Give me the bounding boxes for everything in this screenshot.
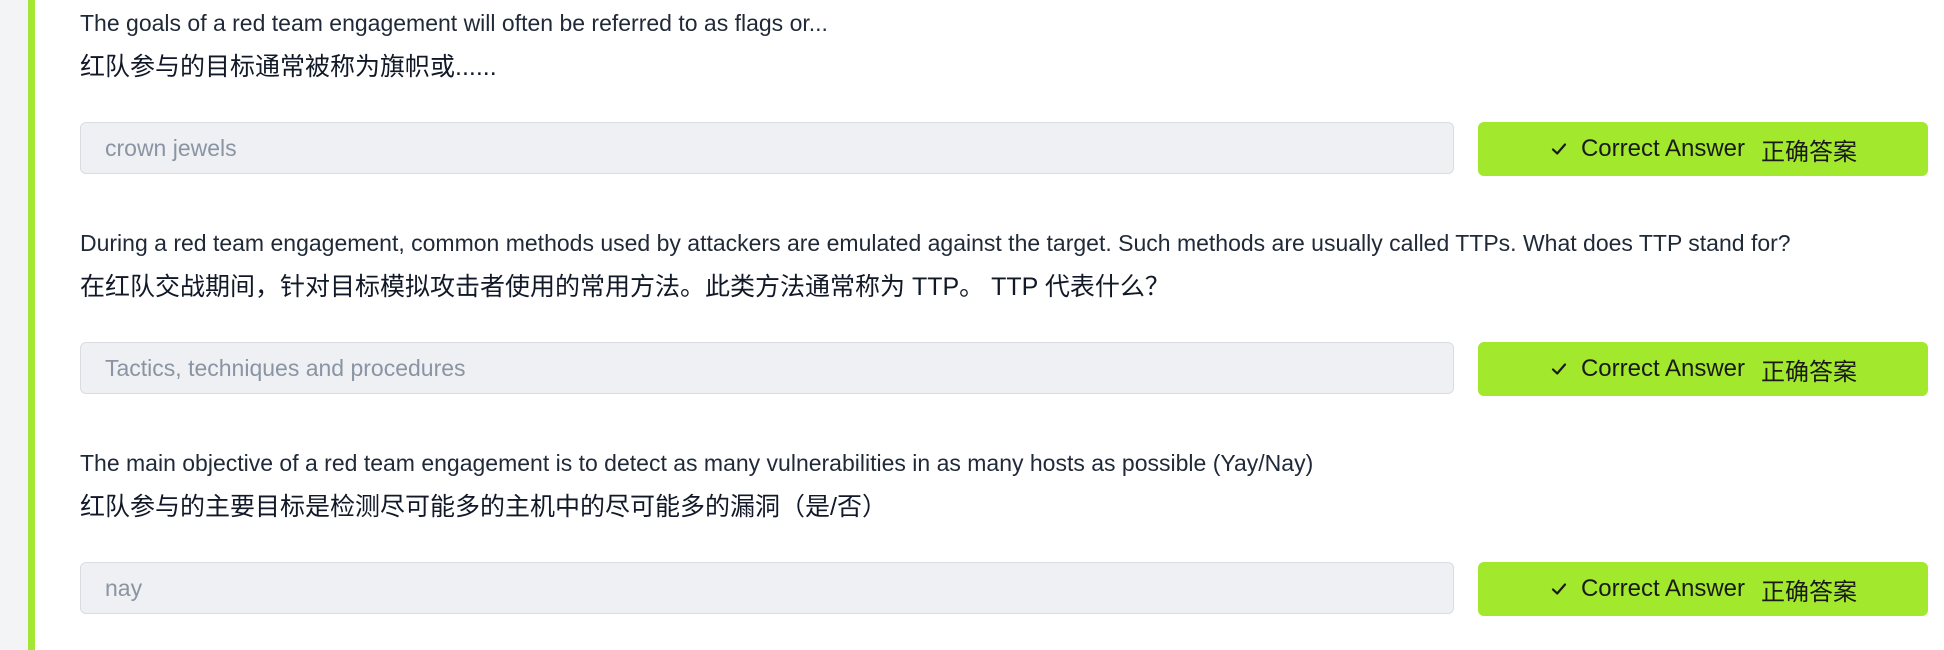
question-text-en: The main objective of a red team engagem… [80,450,1314,476]
task-questions: The goals of a red team engagement will … [80,0,1928,650]
question-text-zh: 红队参与的目标通常被称为旗帜或...... [80,53,497,81]
answer-input[interactable] [80,342,1454,394]
question-text-zh: 红队参与的主要目标是检测尽可能多的主机中的尽可能多的漏洞（是/否） [80,493,887,521]
question-text-zh: 在红队交战期间，针对目标模拟攻击者使用的常用方法。此类方法通常称为 TTP。 T… [80,273,1170,301]
button-label: Correct Answer [1580,135,1746,162]
question-2: During a red team engagement, common met… [80,220,1928,430]
question-1: The goals of a red team engagement will … [80,0,1928,210]
question-3: The main objective of a red team engagem… [80,440,1928,650]
button-label-zh: 正确答案 [1761,138,1858,166]
button-label: Correct Answer [1580,575,1746,602]
button-label-zh: 正确答案 [1761,358,1858,386]
page-left-gutter [0,0,28,650]
check-icon [1549,359,1569,379]
answer-input[interactable] [80,562,1454,614]
correct-answer-button[interactable]: Correct Answer 正确答案 [1478,342,1928,396]
button-label-zh: 正确答案 [1761,578,1858,606]
check-icon [1549,579,1569,599]
button-label: Correct Answer [1580,355,1746,382]
answer-input[interactable] [80,122,1454,174]
question-text-en: During a red team engagement, common met… [80,230,1791,256]
check-icon [1549,139,1569,159]
correct-answer-button[interactable]: Correct Answer 正确答案 [1478,122,1928,176]
question-text-en: The goals of a red team engagement will … [80,10,828,36]
task-accent-bar [28,0,35,650]
correct-answer-button[interactable]: Correct Answer 正确答案 [1478,562,1928,616]
